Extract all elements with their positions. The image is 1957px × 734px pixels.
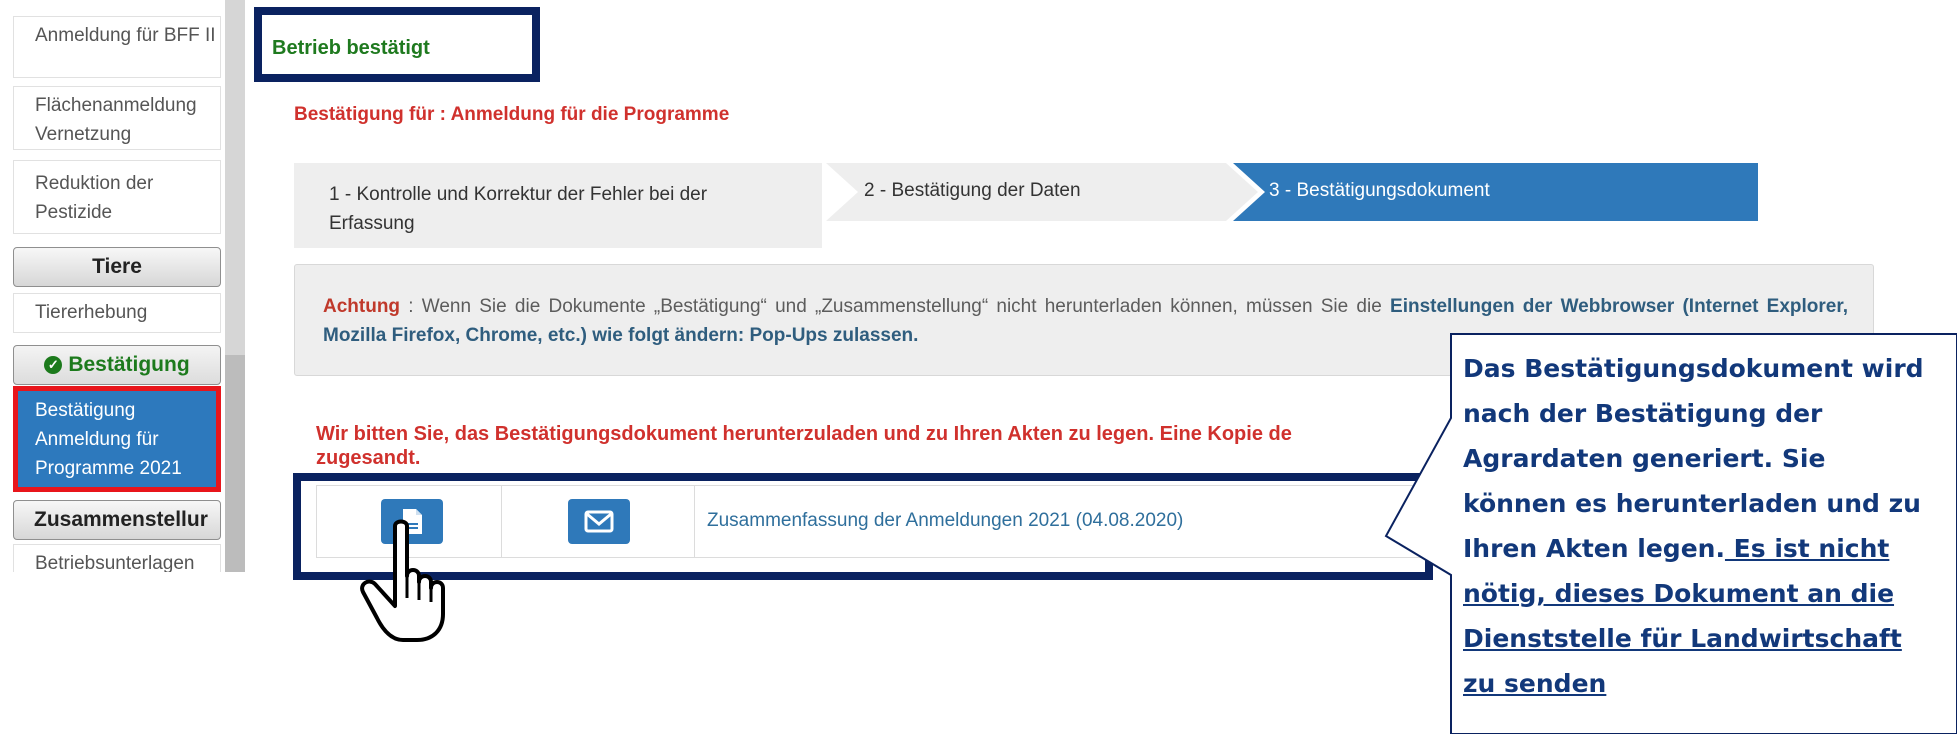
sidebar-section-label: Zusammenstellur: [34, 508, 208, 531]
sidebar-section-label: Tiere: [92, 255, 142, 278]
sidebar-item-label: Betriebsunterlagen: [35, 553, 195, 572]
sidebar-scrollbar-thumb[interactable]: [225, 355, 245, 572]
alert-label: Achtung: [323, 296, 401, 317]
sidebar-item-label: Reduktion der Pestizide: [35, 173, 154, 223]
step-2-label: 2 - Bestätigung der Daten: [864, 180, 1081, 201]
step-3-label: 3 - Bestätigungsdokument: [1269, 180, 1490, 201]
sidebar-item-vernetzung[interactable]: Flächenanmeldung Vernetzung: [13, 86, 221, 150]
sidebar-section-zusammenstellung[interactable]: Zusammenstellur: [13, 500, 221, 540]
page-subtitle: Bestätigung für : Anmeldung für die Prog…: [294, 104, 730, 125]
hand-pointer-icon: [360, 519, 445, 642]
sidebar-item-label: Flächenanmeldung Vernetzung: [35, 95, 197, 145]
callout-text: Das Bestätigungsdokument wird nach der B…: [1463, 346, 1933, 706]
sidebar-section-label: Bestätigung: [68, 353, 190, 376]
sidebar-item-pestizide[interactable]: Reduktion der Pestizide: [13, 160, 221, 234]
sidebar-section-tiere[interactable]: Tiere: [13, 247, 221, 287]
sidebar-item-bff[interactable]: Anmeldung für BFF II: [13, 16, 221, 78]
check-circle-icon: ✓: [44, 356, 63, 374]
sidebar-section-bestaetigung[interactable]: ✓ Bestätigung: [13, 345, 221, 385]
sidebar-item-label: Bestätigung Anmeldung für Programme 2021: [35, 400, 182, 479]
download-notice: Wir bitten Sie, das Bestätigungsdokument…: [316, 422, 1466, 470]
sidebar-item-tiererhebung[interactable]: Tiererhebung: [13, 293, 221, 333]
alert-text: Achtung : Wenn Sie die Dokumente „Bestät…: [323, 292, 1848, 350]
step-1-label: 1 - Kontrolle und Korrektur der Fehler b…: [329, 184, 708, 234]
callout-text-plain: Das Bestätigungsdokument wird nach der B…: [1463, 354, 1924, 563]
sidebar-item-betriebsunterlagen[interactable]: Betriebsunterlagen: [13, 544, 221, 572]
step-wizard: 1 - Kontrolle und Korrektur der Fehler b…: [294, 163, 1758, 248]
download-notice-line: Wir bitten Sie, das Bestätigungsdokument…: [316, 423, 1292, 445]
download-notice-line-2: zugesandt.: [316, 447, 421, 469]
sidebar-item-label: Tiererhebung: [35, 302, 148, 323]
sidebar-item-bestaetigung-programme[interactable]: Bestätigung Anmeldung für Programme 2021: [13, 386, 221, 492]
page-title: Betrieb bestätigt: [272, 37, 430, 59]
sidebar: Anmeldung für BFF II Flächenanmeldung Ve…: [0, 0, 245, 572]
sidebar-item-label: Anmeldung für BFF II: [35, 25, 216, 46]
alert-message: : Wenn Sie die Dokumente „Bestätigung“ u…: [400, 296, 1391, 317]
